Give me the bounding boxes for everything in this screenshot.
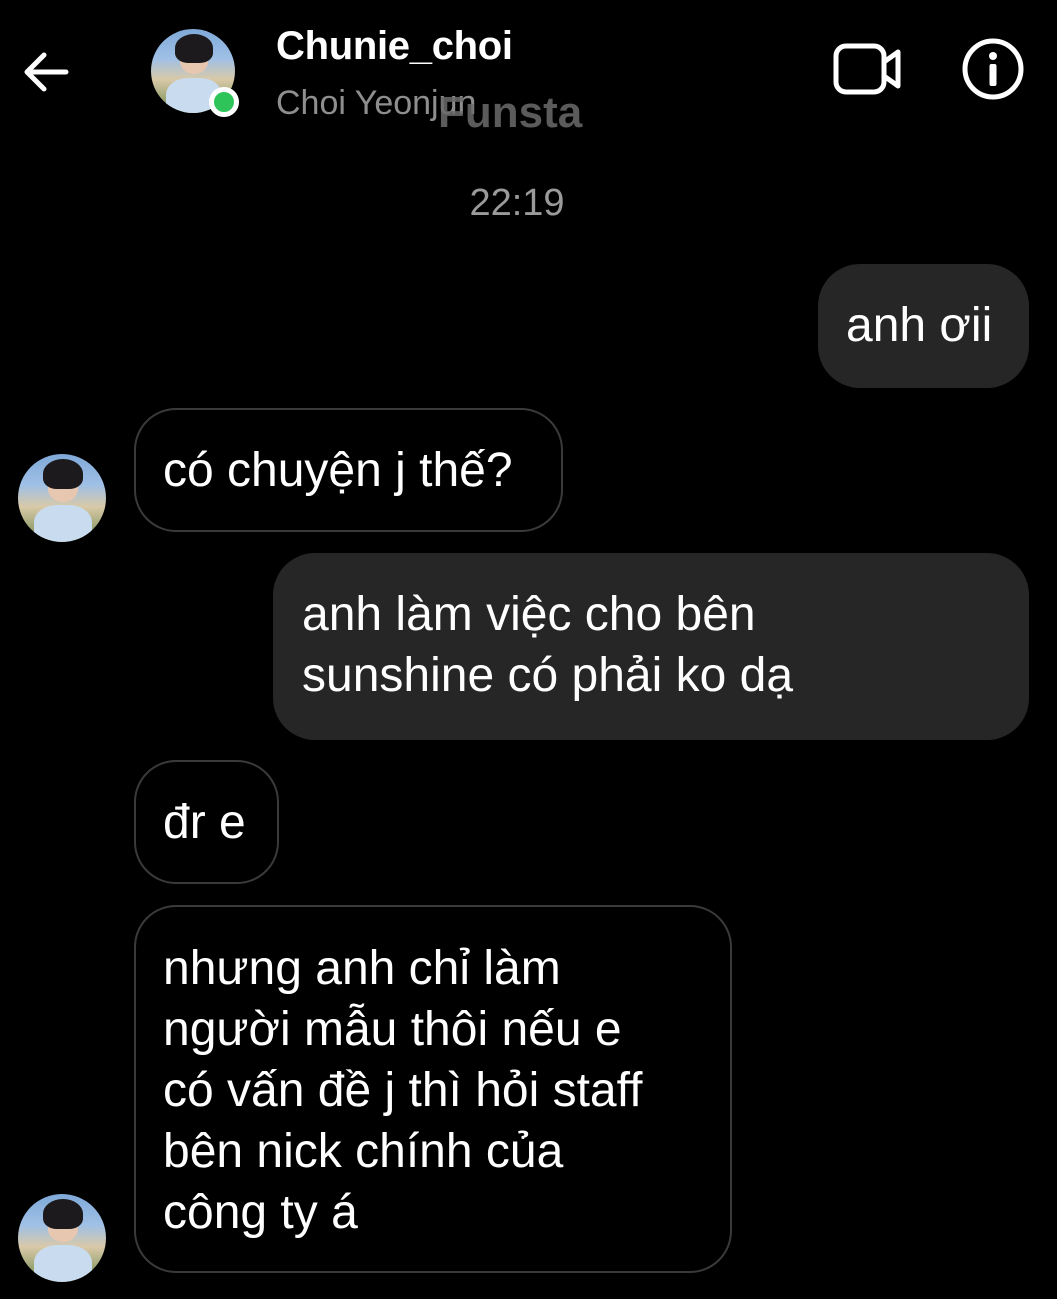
arrow-left-icon xyxy=(24,52,69,92)
avatar-image xyxy=(18,454,106,542)
online-status-dot xyxy=(209,87,239,117)
watermark: Funsta xyxy=(438,88,583,137)
info-button[interactable] xyxy=(960,36,1026,102)
sender-avatar[interactable] xyxy=(18,1194,106,1282)
info-circle-icon xyxy=(962,38,1024,100)
message-timestamp: 22:19 xyxy=(469,182,565,224)
video-camera-icon xyxy=(833,43,901,95)
contact-username[interactable]: Chunie_choi xyxy=(276,24,513,69)
video-call-button[interactable] xyxy=(830,38,906,100)
incoming-message[interactable]: có chuyện j thế? xyxy=(134,408,563,532)
chat-header: Chunie_choi Choi Yeonjun Funsta xyxy=(0,0,1057,150)
back-button[interactable] xyxy=(20,46,72,98)
incoming-message[interactable]: đr e xyxy=(134,760,279,884)
avatar-image xyxy=(18,1194,106,1282)
incoming-message[interactable]: nhưng anh chỉ làm người mẫu thôi nếu e c… xyxy=(134,905,732,1273)
sender-avatar[interactable] xyxy=(18,454,106,542)
outgoing-message[interactable]: anh ơii xyxy=(818,264,1029,388)
contact-avatar[interactable] xyxy=(151,29,239,117)
outgoing-message[interactable]: anh làm việc cho bên sunshine có phải ko… xyxy=(273,553,1029,740)
